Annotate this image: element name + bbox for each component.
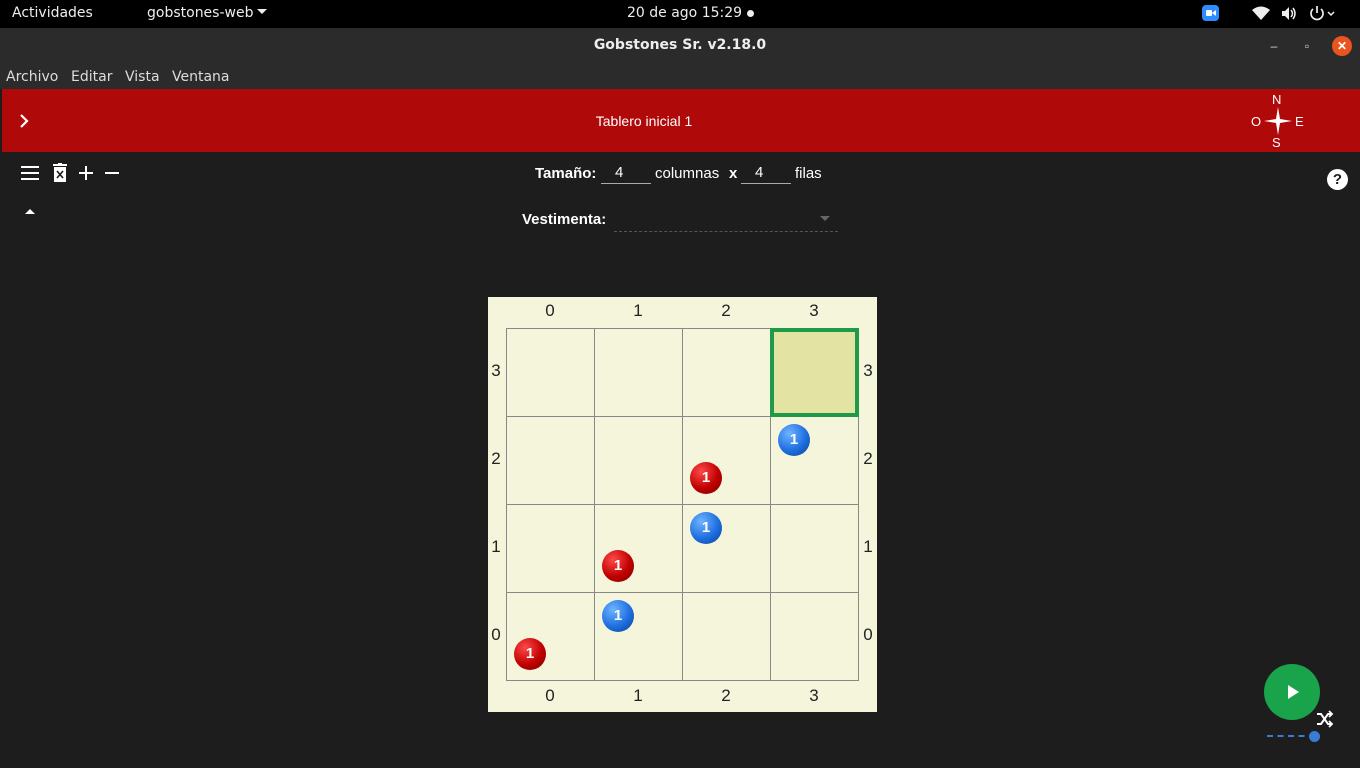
activities-button[interactable]: Actividades [12,5,93,21]
rows-input[interactable] [741,162,791,184]
menu-vista[interactable]: Vista [125,69,160,85]
shuffle-icon[interactable] [1316,710,1334,728]
caret-down-icon [257,9,268,14]
column-label-top: 1 [633,301,643,320]
notification-dot-icon [747,10,754,17]
row-label-left: 0 [491,625,501,644]
row-label-left: 3 [491,361,501,380]
column-label-bottom: 2 [721,686,731,705]
zoom-icon[interactable] [1202,5,1219,21]
blue-stone[interactable]: 1 [690,512,722,544]
close-button[interactable]: ✕ [1332,36,1352,56]
volume-icon[interactable] [1281,6,1297,21]
size-label: Tamaño: [535,165,597,182]
delete-icon[interactable] [53,163,67,182]
board-cell[interactable] [594,416,683,505]
add-icon[interactable] [79,166,93,180]
column-label-bottom: 3 [809,686,819,705]
board-cell[interactable] [506,328,595,417]
board-cell[interactable] [682,416,771,505]
board-header: Tablero inicial 1 N S E O [2,89,1360,152]
compass-north: N [1272,92,1282,107]
compass-west: O [1251,114,1262,129]
column-label-bottom: 0 [545,686,555,705]
app-menu[interactable]: gobstones-web [147,5,268,21]
board: 0011223333221100111111 [488,297,877,712]
menu-icon[interactable] [21,166,39,180]
board-title: Tablero inicial 1 [595,113,693,129]
window-title-bar[interactable]: Gobstones Sr. v2.18.0 – ▫ ✕ [0,28,1360,63]
red-stone[interactable]: 1 [690,462,722,494]
speed-slider-track[interactable] [1267,735,1315,737]
row-label-right: 2 [863,449,873,468]
times-label: x [729,165,738,182]
current-cell[interactable] [770,328,859,417]
row-label-left: 2 [491,449,501,468]
menu-ventana[interactable]: Ventana [172,69,230,85]
power-icon[interactable] [1309,5,1337,22]
menu-editar[interactable]: Editar [71,69,112,85]
run-button[interactable] [1264,664,1320,720]
board-cell[interactable] [594,328,683,417]
board-cell[interactable] [506,416,595,505]
board-cell[interactable] [682,328,771,417]
window-title: Gobstones Sr. v2.18.0 [593,37,767,53]
dropdown-arrow-icon [820,216,830,221]
column-label-top: 2 [721,301,731,320]
maximize-button[interactable]: ▫ [1297,36,1317,56]
clock[interactable]: 20 de ago 15:29 [627,5,742,21]
clothing-select[interactable] [614,208,838,232]
clothing-label: Vestimenta: [522,211,607,228]
columns-input[interactable] [601,162,651,184]
board-cell[interactable] [682,592,771,681]
board-cell[interactable] [506,504,595,593]
speed-slider-knob[interactable] [1309,731,1320,742]
board-cell[interactable] [770,592,859,681]
compass-south: S [1272,135,1281,150]
blue-stone[interactable]: 1 [778,424,810,456]
wifi-icon[interactable] [1252,6,1270,21]
remove-icon[interactable] [105,166,119,180]
row-label-left: 1 [491,537,501,556]
rows-label: filas [795,165,822,182]
compass-east: E [1295,114,1304,129]
app-menu-label: gobstones-web [147,5,254,21]
menu-bar: Archivo Editar Vista Ventana [0,63,1360,89]
blue-stone[interactable]: 1 [602,600,634,632]
row-label-right: 3 [863,361,873,380]
system-top-bar: Actividades gobstones-web 20 de ago 15:2… [0,0,1360,28]
board-cell[interactable] [506,592,595,681]
menu-archivo[interactable]: Archivo [6,69,58,85]
help-icon[interactable]: ? [1327,169,1348,190]
board-cell[interactable] [594,504,683,593]
row-label-right: 0 [863,625,873,644]
minimize-button[interactable]: – [1264,36,1284,56]
row-label-right: 1 [863,537,873,556]
red-stone[interactable]: 1 [514,638,546,670]
column-label-top: 0 [545,301,555,320]
compass: N S E O [1242,91,1306,150]
board-cell[interactable] [770,504,859,593]
column-label-bottom: 1 [633,686,643,705]
collapse-up-icon[interactable] [25,209,35,214]
compass-star-icon [1264,107,1292,135]
red-stone[interactable]: 1 [602,550,634,582]
columns-label: columnas [655,165,720,182]
column-label-top: 3 [809,301,819,320]
